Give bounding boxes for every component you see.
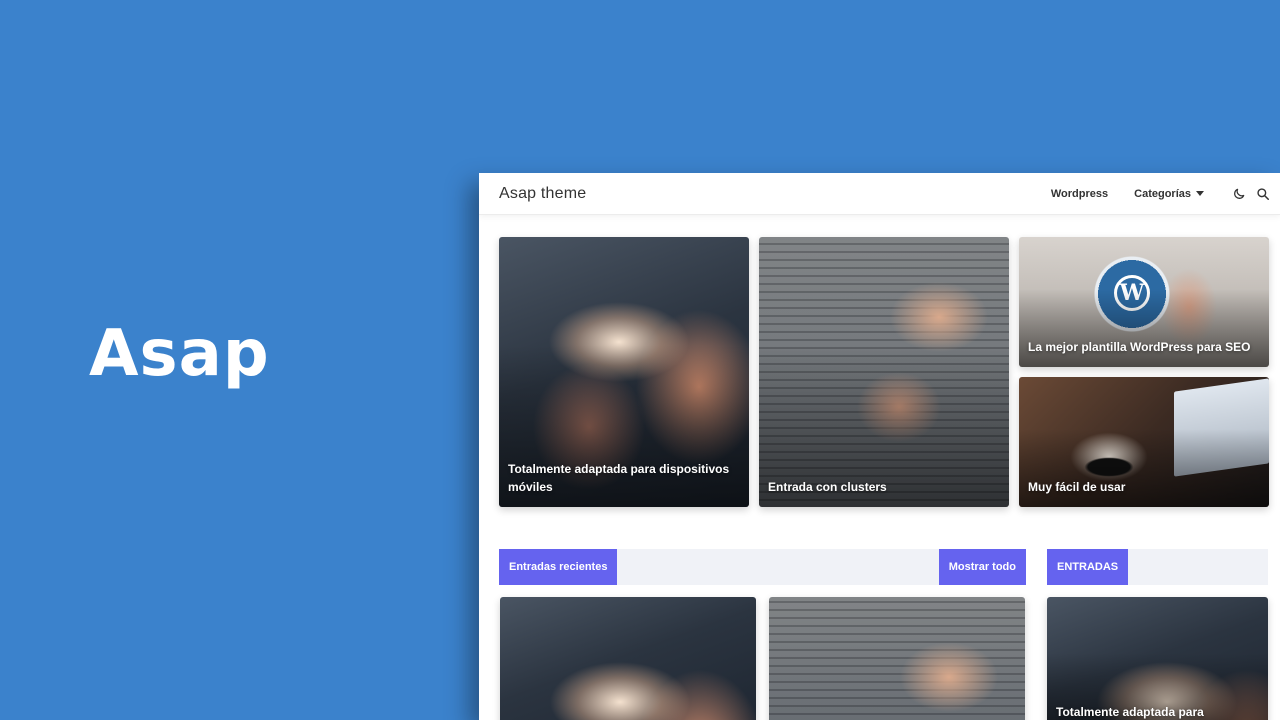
site-header: Asap theme Wordpress Categorías — [479, 173, 1280, 215]
card-title: Muy fácil de usar — [1028, 480, 1126, 494]
featured-grid: Totalmente adaptada para dispositivos mó… — [499, 237, 1269, 507]
sidebar-post-card[interactable]: Totalmente adaptada para dispositivos mó… — [1047, 597, 1268, 720]
keyboard-image — [769, 597, 1025, 720]
caret-down-icon — [1196, 191, 1204, 196]
search-icon[interactable] — [1254, 185, 1272, 203]
show-all-button[interactable]: Mostrar todo — [938, 549, 1026, 585]
nav-wordpress[interactable]: Wordpress — [1051, 188, 1108, 200]
featured-card[interactable]: W La mejor plantilla WordPress para SEO — [1019, 237, 1269, 367]
card-title: Entrada con clusters — [768, 480, 887, 494]
card-title: La mejor plantilla WordPress para SEO — [1028, 340, 1251, 354]
featured-card[interactable]: Muy fácil de usar — [1019, 377, 1269, 507]
phone-image — [500, 597, 756, 720]
nav-categories-dropdown[interactable]: Categorías — [1134, 188, 1204, 200]
recent-posts-label: Entradas recientes — [499, 549, 618, 585]
recent-posts-header: Entradas recientes Mostrar todo — [499, 549, 1026, 585]
sidebar-entries-header: ENTRADAS — [1047, 549, 1268, 585]
site-nav: Wordpress Categorías — [1051, 185, 1280, 203]
featured-card[interactable]: Entrada con clusters — [759, 237, 1009, 507]
recent-post-card[interactable] — [769, 597, 1025, 720]
hero-title: Asap — [89, 317, 270, 391]
recent-post-card[interactable] — [500, 597, 756, 720]
featured-card[interactable]: Totalmente adaptada para dispositivos mó… — [499, 237, 749, 507]
card-title: Totalmente adaptada para dispositivos mó… — [1056, 705, 1204, 719]
card-title: Totalmente adaptada para dispositivos mó… — [508, 462, 730, 494]
website-preview: Asap theme Wordpress Categorías Totalmen… — [479, 173, 1280, 720]
site-brand[interactable]: Asap theme — [499, 185, 586, 203]
moon-icon[interactable] — [1230, 185, 1248, 203]
nav-categories[interactable]: Categorías — [1134, 188, 1191, 200]
entries-label: ENTRADAS — [1047, 549, 1129, 585]
